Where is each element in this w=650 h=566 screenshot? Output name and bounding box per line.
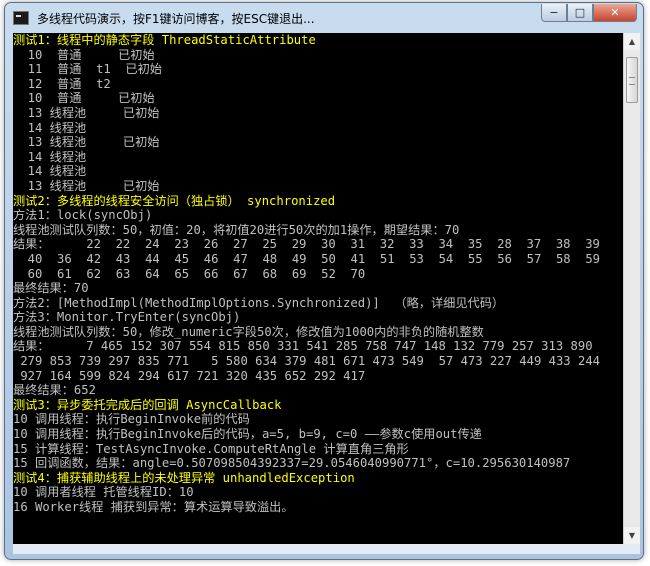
console-line: 60 61 62 63 64 65 66 67 68 69 52 70 [13,266,366,281]
console-line: 方法3：Monitor.TryEnter(syncObj) [13,310,241,325]
console-heading-line: 测试1：线程中的静态字段 ThreadStaticAttribute [13,33,316,47]
window-title: 多线程代码演示，按F1键访问博客，按ESC键退出... [37,12,315,26]
console-line: 10 普通 已初始 [13,91,155,106]
title-bar[interactable]: 多线程代码演示，按F1键访问博客，按ESC键退出... − □ ✕ [5,3,643,33]
console-line: 结果： 22 22 24 23 26 27 25 29 30 31 32 33 … [13,237,600,252]
console-line: 10 调用者线程 托管线程ID：10 [13,485,194,500]
console-app-icon[interactable] [13,11,29,25]
scrollbar-thumb[interactable] [626,57,638,103]
maximize-button[interactable]: □ [567,4,593,22]
console-heading-line: 测试4：捕获辅助线程上的未处理异常 unhandledException [13,470,355,485]
console-line: 15 回调函数，结果：angle=0.507098504392337=29.05… [13,456,571,471]
console-line: 10 调用线程：执行BeginInvoke后的代码，a=5, b=9, c=0 … [13,427,482,442]
window-bottom-frame [13,544,640,554]
console-line: 16 Worker线程 捕获到异常：算术运算导致溢出。 [13,500,294,514]
console-heading-line: 测试2：多线程的线程安全访问（独占锁） synchronized [13,193,336,208]
console-line: 40 36 42 43 44 45 46 47 48 49 50 41 51 5… [13,251,600,266]
scroll-down-arrow-icon[interactable]: ▼ [624,527,640,544]
close-button[interactable]: ✕ [593,4,637,22]
console-line: 13 线程池 已初始 [13,135,160,150]
console-line: 结果： 7 465 152 307 554 815 850 331 541 28… [13,339,593,354]
console-line: 10 普通 已初始 [13,47,155,62]
console-line: 线程池测试队列数：50，修改_numeric字段50次，修改值为1000内的非负… [13,324,484,339]
scroll-up-arrow-icon[interactable]: ▲ [624,33,640,50]
console-line: 方法2：[MethodImpl(MethodImplOptions.Synchr… [13,295,505,310]
window-controls: − □ ✕ [541,4,637,22]
console-line: 线程池测试队列数：50，初值：20，将初值20进行50次的加1操作，期望结果：7… [13,222,460,237]
console-line: 14 线程池 [13,164,87,179]
console-line: 最终结果：70 [13,281,89,296]
console-line: 12 普通 t2 [13,76,111,91]
console-line: 927 164 599 824 294 617 721 320 435 652 … [13,368,366,383]
console-line: 14 线程池 [13,120,87,135]
console-line: 方法1：lock(syncObj) [13,208,153,223]
console-line: 15 计算线程：TestAsyncInvoke.ComputeRtAngle 计… [13,441,409,456]
vertical-scrollbar[interactable]: ▲ ▼ [623,33,640,544]
console-window: 多线程代码演示，按F1键访问博客，按ESC键退出... − □ ✕ 测试1：线程… [4,2,644,560]
console-line: 11 普通 t1 已初始 [13,62,162,77]
console-line: 最终结果：652 [13,383,96,398]
console-line: 13 线程池 已初始 [13,178,160,193]
console-line: 13 线程池 已初始 [13,105,160,120]
console-output[interactable]: 测试1：线程中的静态字段 ThreadStaticAttribute 10 普通… [13,33,623,544]
console-line: 279 853 739 297 835 771 5 580 634 379 48… [13,354,600,369]
console-line: 10 调用线程：执行BeginInvoke前的代码 [13,412,250,427]
console-line: 14 线程池 [13,149,87,164]
console-heading-line: 测试3：异步委托完成后的回调 AsyncCallback [13,397,282,412]
minimize-button[interactable]: − [541,4,567,22]
